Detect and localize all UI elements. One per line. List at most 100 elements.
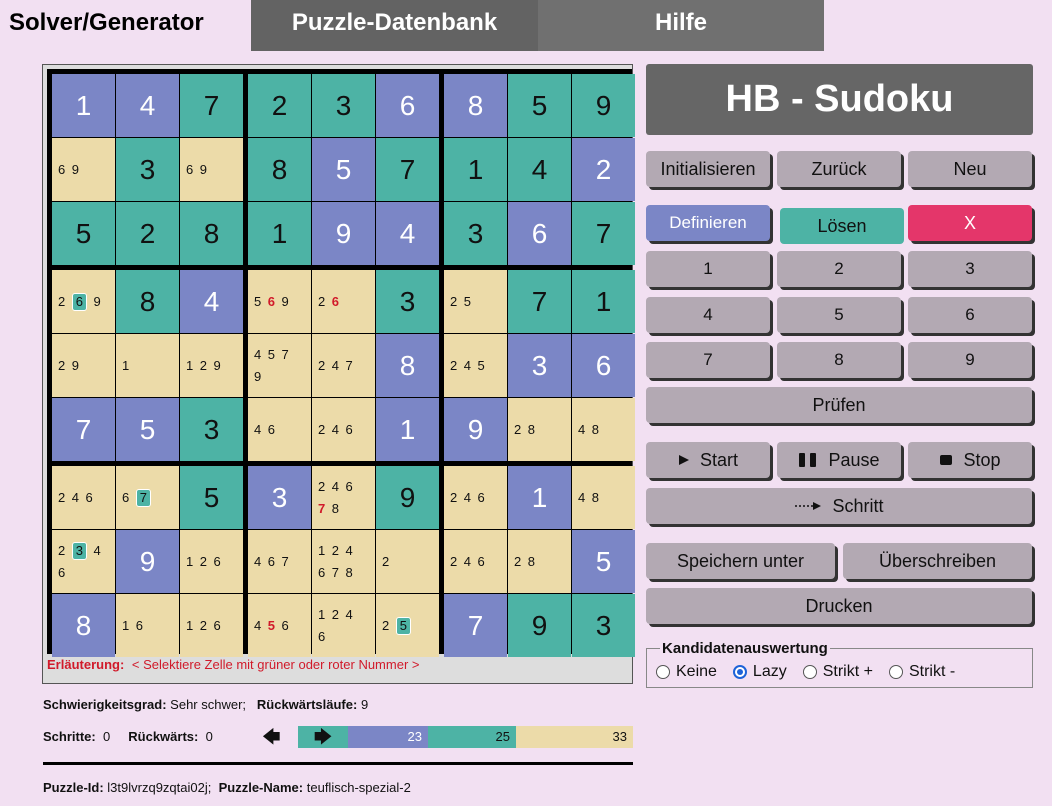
sudoku-cell[interactable]: 2 4 5	[444, 334, 507, 397]
sudoku-cell[interactable]: 8	[376, 334, 439, 397]
definieren-button[interactable]: Definieren	[646, 205, 770, 241]
start-button[interactable]: Start	[646, 442, 770, 478]
radio-circle[interactable]	[732, 665, 747, 679]
sudoku-cell[interactable]: 2 5	[444, 270, 507, 333]
tab-puzzle-datenbank[interactable]: Puzzle-Datenbank	[251, 0, 538, 51]
digit-button-2[interactable]: 2	[777, 251, 901, 287]
sudoku-cell[interactable]: 1 2 4 6	[312, 594, 375, 657]
sudoku-cell[interactable]: 6	[572, 334, 635, 397]
sudoku-cell[interactable]: 5 6 9	[248, 270, 311, 333]
radio-circle[interactable]	[888, 665, 903, 679]
sudoku-cell[interactable]: 2	[572, 138, 635, 201]
sudoku-cell[interactable]: 1	[116, 334, 179, 397]
digit-button-9[interactable]: 9	[908, 342, 1032, 378]
digit-button-5[interactable]: 5	[777, 297, 901, 333]
sudoku-cell[interactable]: 4 6 7	[248, 530, 311, 593]
sudoku-cell[interactable]: 6	[376, 74, 439, 137]
sudoku-cell[interactable]: 1	[572, 270, 635, 333]
sudoku-cell[interactable]: 3	[248, 466, 311, 529]
sudoku-cell[interactable]: 2 3 4 6	[52, 530, 115, 593]
tab-solver-generator[interactable]: Solver/Generator	[0, 0, 251, 51]
step-forward-arrow-icon[interactable]: 🡆	[298, 726, 348, 748]
schritt-button[interactable]: Schritt	[646, 488, 1032, 524]
sudoku-cell[interactable]: 9	[376, 466, 439, 529]
neu-button[interactable]: Neu	[908, 151, 1032, 187]
sudoku-cell[interactable]: 1	[52, 74, 115, 137]
sudoku-cell[interactable]: 7	[572, 202, 635, 265]
initialisieren-button[interactable]: Initialisieren	[646, 151, 770, 187]
sudoku-cell[interactable]: 2 4 6	[444, 530, 507, 593]
sudoku-cell[interactable]: 9	[572, 74, 635, 137]
stop-button[interactable]: Stop	[908, 442, 1032, 478]
pause-button[interactable]: Pause	[777, 442, 901, 478]
sudoku-cell[interactable]: 5	[312, 138, 375, 201]
drucken-button[interactable]: Drucken	[646, 588, 1032, 624]
sudoku-cell[interactable]: 7	[52, 398, 115, 461]
sudoku-cell[interactable]: 8	[52, 594, 115, 657]
sudoku-cell[interactable]: 7	[180, 74, 243, 137]
loesen-button[interactable]: Lösen	[780, 208, 904, 244]
digit-button-4[interactable]: 4	[646, 297, 770, 333]
ueberschreiben-button[interactable]: Überschreiben	[843, 543, 1032, 579]
sudoku-cell[interactable]: 4	[376, 202, 439, 265]
sudoku-cell[interactable]: 1 2 9	[180, 334, 243, 397]
pruefen-button[interactable]: Prüfen	[646, 387, 1032, 423]
sudoku-cell[interactable]: 9	[312, 202, 375, 265]
sudoku-cell[interactable]: 5	[180, 466, 243, 529]
sudoku-cell[interactable]: 4 8	[572, 398, 635, 461]
radio-circle[interactable]	[802, 665, 817, 679]
sudoku-cell[interactable]: 8	[444, 74, 507, 137]
sudoku-cell[interactable]: 5	[52, 202, 115, 265]
sudoku-cell[interactable]: 3	[376, 270, 439, 333]
sudoku-cell[interactable]: 6 9	[52, 138, 115, 201]
sudoku-cell[interactable]: 8	[180, 202, 243, 265]
sudoku-cell[interactable]: 3	[572, 594, 635, 657]
sudoku-cell[interactable]: 7	[508, 270, 571, 333]
sudoku-cell[interactable]: 3	[508, 334, 571, 397]
speichern-unter-button[interactable]: Speichern unter	[646, 543, 835, 579]
sudoku-cell[interactable]: 2 8	[508, 530, 571, 593]
sudoku-cell[interactable]: 4 6	[248, 398, 311, 461]
sudoku-cell[interactable]: 2 4 6 7 8	[312, 466, 375, 529]
sudoku-cell[interactable]: 9	[508, 594, 571, 657]
sudoku-cell[interactable]: 2 8	[508, 398, 571, 461]
tab-hilfe[interactable]: Hilfe	[538, 0, 824, 51]
sudoku-cell[interactable]: 2 6	[312, 270, 375, 333]
sudoku-cell[interactable]: 2 9	[52, 334, 115, 397]
step-back-arrow-icon[interactable]: 🡄	[262, 728, 281, 746]
sudoku-cell[interactable]: 9	[444, 398, 507, 461]
sudoku-cell[interactable]: 1	[248, 202, 311, 265]
sudoku-cell[interactable]: 2	[116, 202, 179, 265]
digit-button-1[interactable]: 1	[646, 251, 770, 287]
sudoku-cell[interactable]: 7	[444, 594, 507, 657]
sudoku-cell[interactable]: 3	[444, 202, 507, 265]
radio-option[interactable]: Strikt +	[801, 663, 873, 681]
sudoku-cell[interactable]: 2 5	[376, 594, 439, 657]
sudoku-cell[interactable]: 1 2 6	[180, 594, 243, 657]
sudoku-cell[interactable]: 2 4 6	[312, 398, 375, 461]
sudoku-cell[interactable]: 2 4 6	[52, 466, 115, 529]
sudoku-cell[interactable]: 2 4 7	[312, 334, 375, 397]
sudoku-cell[interactable]: 2 6 9	[52, 270, 115, 333]
sudoku-cell[interactable]: 4	[116, 74, 179, 137]
sudoku-cell[interactable]: 3	[116, 138, 179, 201]
sudoku-cell[interactable]: 1 2 4 6 7 8	[312, 530, 375, 593]
sudoku-cell[interactable]: 7	[376, 138, 439, 201]
sudoku-cell[interactable]: 2 4 6	[444, 466, 507, 529]
sudoku-cell[interactable]: 2	[376, 530, 439, 593]
sudoku-cell[interactable]: 8	[248, 138, 311, 201]
sudoku-cell[interactable]: 1	[508, 466, 571, 529]
sudoku-cell[interactable]: 8	[116, 270, 179, 333]
sudoku-cell[interactable]: 1 2 6	[180, 530, 243, 593]
zurueck-button[interactable]: Zurück	[777, 151, 901, 187]
radio-option[interactable]: Lazy	[731, 663, 787, 681]
sudoku-cell[interactable]: 5	[116, 398, 179, 461]
sudoku-cell[interactable]: 9	[116, 530, 179, 593]
sudoku-cell[interactable]: 5	[572, 530, 635, 593]
sudoku-cell[interactable]: 2	[248, 74, 311, 137]
digit-button-7[interactable]: 7	[646, 342, 770, 378]
radio-option[interactable]: Keine	[654, 663, 717, 681]
sudoku-cell[interactable]: 5	[508, 74, 571, 137]
sudoku-cell[interactable]: 6 7	[116, 466, 179, 529]
digit-button-6[interactable]: 6	[908, 297, 1032, 333]
